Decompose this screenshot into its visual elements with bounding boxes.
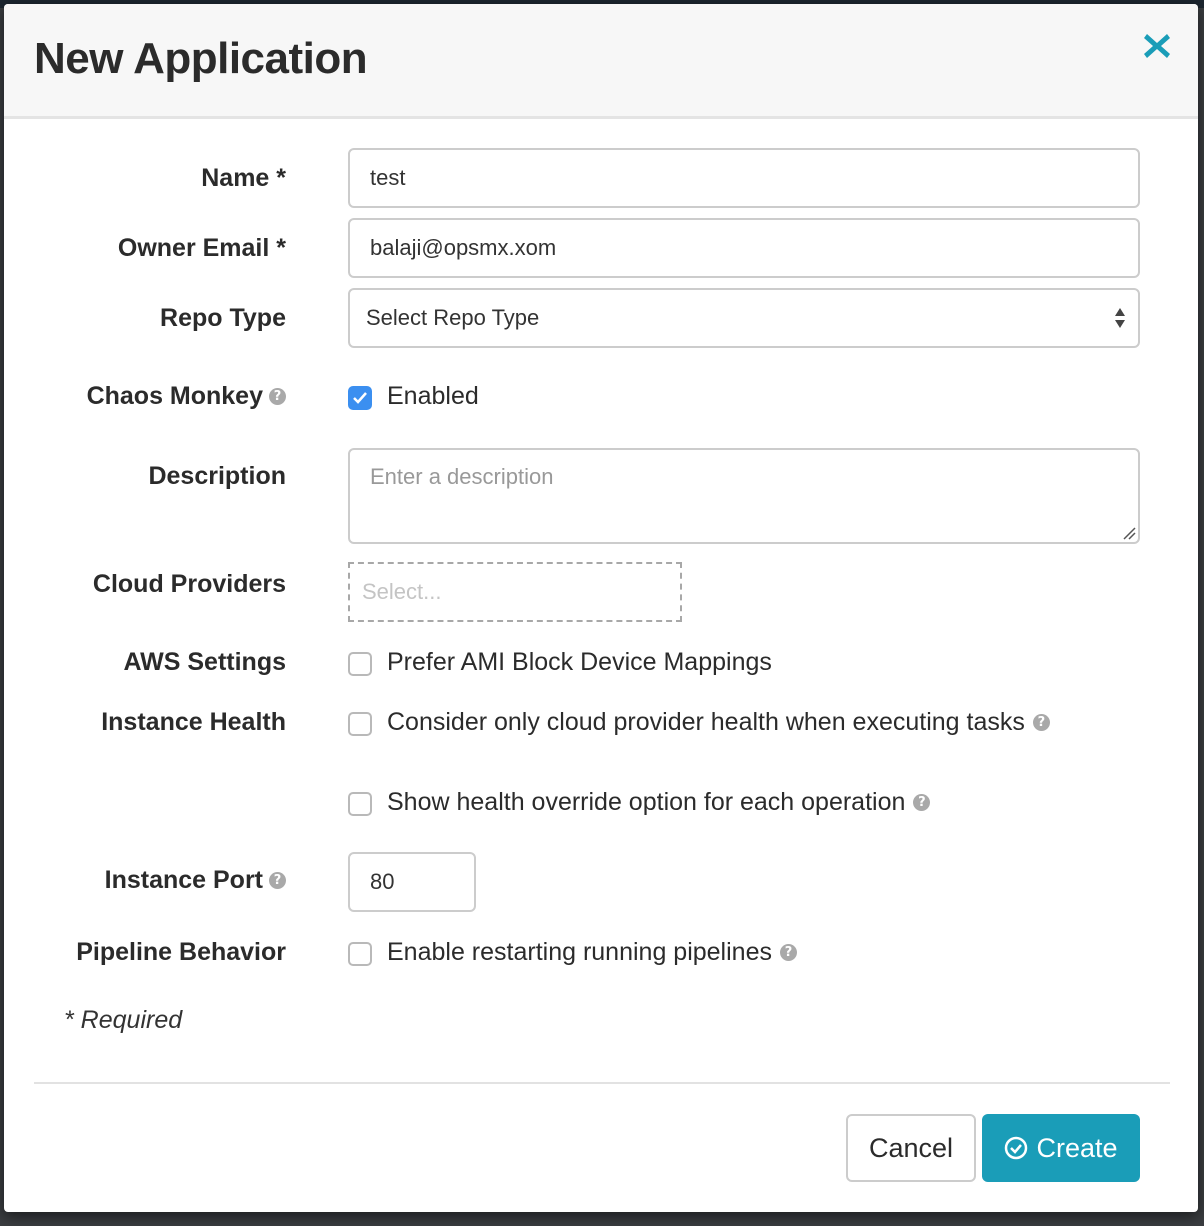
help-icon[interactable]: ?	[1032, 714, 1050, 731]
description-label: Description	[148, 462, 286, 490]
help-icon[interactable]: ?	[913, 794, 931, 811]
close-icon	[1144, 34, 1170, 58]
name-label: Name *	[201, 164, 286, 192]
chaos-monkey-checkbox[interactable]	[348, 386, 372, 410]
owner-email-input[interactable]: balaji@opsmx.xom	[348, 218, 1140, 278]
health-override-checkbox[interactable]	[348, 792, 372, 816]
aws-settings-row: AWS Settings Prefer AMI Block Device Map…	[4, 646, 1198, 682]
dialog-header: New Application	[4, 4, 1198, 119]
aws-settings-checkbox-label[interactable]: Prefer AMI Block Device Mappings	[387, 648, 772, 677]
help-icon[interactable]: ?	[779, 944, 797, 961]
instance-port-row: Instance Port ? 80	[4, 852, 1198, 912]
owner-email-row: Owner Email * balaji@opsmx.xom	[4, 218, 1198, 278]
instance-port-label: Instance Port ?	[105, 866, 286, 895]
repo-type-select[interactable]: Select Repo Type	[348, 288, 1140, 348]
chaos-monkey-checkbox-label[interactable]: Enabled	[387, 382, 479, 411]
name-input[interactable]: test	[348, 148, 1140, 208]
repo-type-selected: Select Repo Type	[366, 305, 540, 330]
create-button[interactable]: Create	[982, 1114, 1140, 1182]
cloud-providers-label: Cloud Providers	[92, 570, 286, 598]
pipeline-behavior-row: Pipeline Behavior Enable restarting runn…	[4, 936, 1198, 972]
repo-type-row: Repo Type Select Repo Type	[4, 288, 1198, 348]
cloud-providers-row: Cloud Providers Select...	[4, 562, 1198, 622]
close-button[interactable]	[1142, 30, 1172, 62]
required-note: * Required	[64, 1006, 183, 1034]
dialog-title: New Application	[34, 34, 368, 83]
help-icon[interactable]: ?	[269, 388, 286, 405]
name-row: Name * test	[4, 148, 1198, 208]
health-override-row: Show health override option for each ope…	[4, 786, 1198, 822]
select-arrows-icon	[1115, 308, 1125, 328]
cloud-provider-health-checkbox[interactable]	[348, 712, 372, 736]
cloud-provider-health-checkbox-label[interactable]: Consider only cloud provider health when…	[387, 708, 1050, 737]
cancel-button[interactable]: Cancel	[846, 1114, 976, 1182]
restart-pipelines-checkbox[interactable]	[348, 942, 372, 966]
check-circle-icon	[1005, 1136, 1028, 1160]
aws-settings-checkbox[interactable]	[348, 652, 372, 676]
instance-health-row: Instance Health Consider only cloud prov…	[4, 706, 1198, 742]
cloud-providers-select[interactable]: Select...	[348, 562, 682, 622]
aws-settings-label: AWS Settings	[123, 648, 286, 676]
chaos-monkey-row: Chaos Monkey ? Enabled	[4, 380, 1198, 416]
repo-type-label: Repo Type	[160, 304, 286, 332]
description-textarea[interactable]: Enter a description	[348, 448, 1140, 544]
footer-divider	[34, 1082, 1170, 1084]
chaos-monkey-label: Chaos Monkey ?	[87, 382, 286, 411]
instance-health-label: Instance Health	[101, 708, 286, 736]
health-override-checkbox-label[interactable]: Show health override option for each ope…	[387, 788, 931, 817]
help-icon[interactable]: ?	[269, 872, 286, 889]
checkmark-icon	[353, 392, 367, 404]
owner-email-label: Owner Email *	[117, 234, 286, 262]
description-row: Description Enter a description	[4, 448, 1198, 544]
instance-port-input[interactable]: 80	[348, 852, 476, 912]
restart-pipelines-checkbox-label[interactable]: Enable restarting running pipelines ?	[387, 938, 797, 967]
new-application-dialog: New Application Name * test Owner Email …	[4, 4, 1198, 1212]
pipeline-behavior-label: Pipeline Behavior	[76, 938, 286, 966]
resize-handle-icon[interactable]	[1122, 526, 1136, 540]
